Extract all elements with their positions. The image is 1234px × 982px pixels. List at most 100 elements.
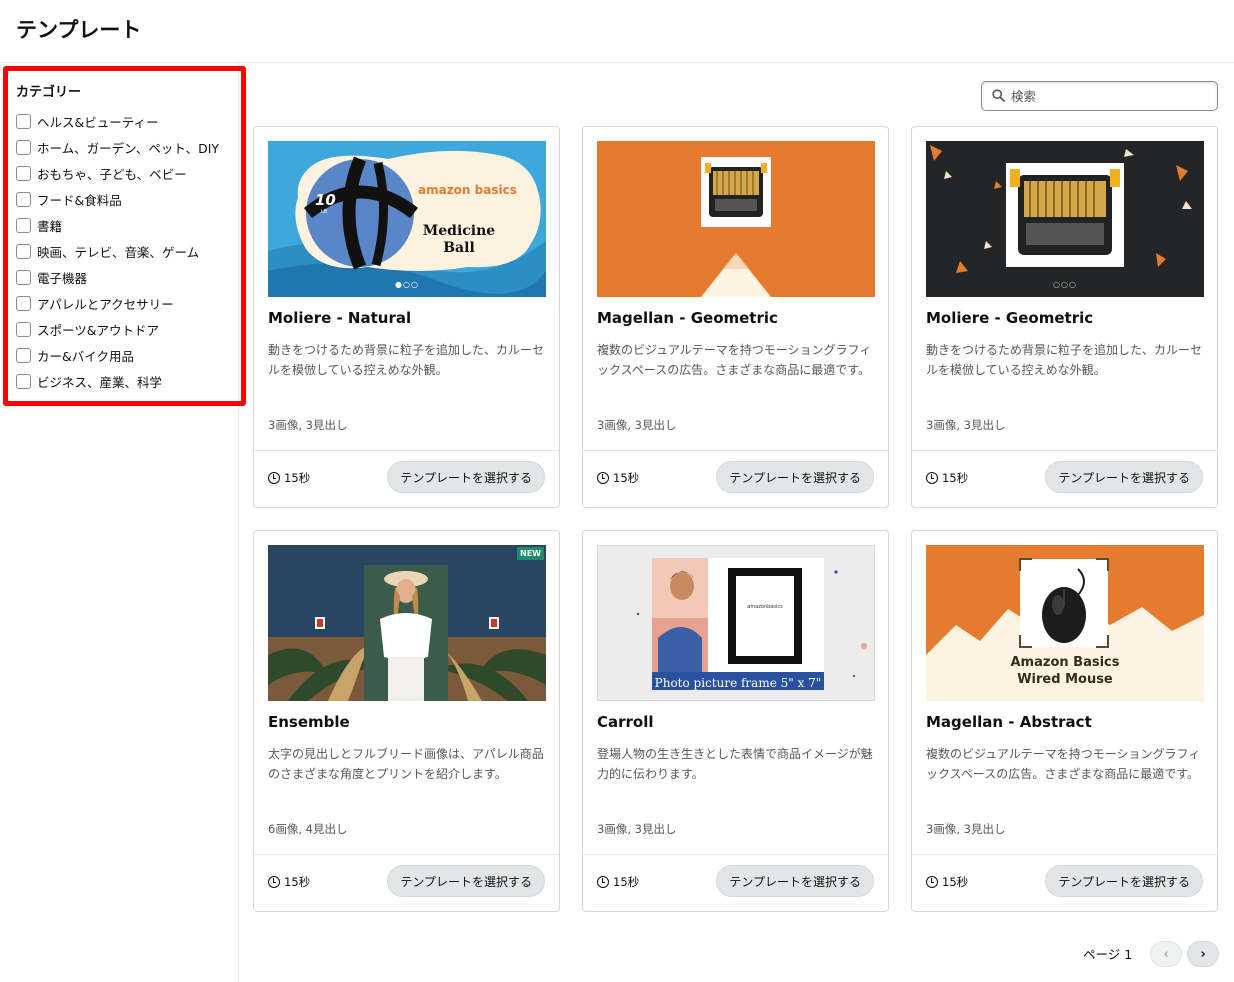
- select-template-button[interactable]: テンプレートを選択する: [1045, 461, 1203, 493]
- duration: 15秒: [268, 874, 310, 890]
- category-item-electronics[interactable]: 電子機器: [16, 264, 233, 290]
- checkbox[interactable]: [16, 243, 31, 259]
- search-box[interactable]: [981, 81, 1218, 111]
- card-title: Ensemble: [268, 713, 350, 731]
- template-card-magellan-geometric: Magellan - Geometric 複数のビジュアルテーマを持つモーション…: [582, 126, 889, 508]
- category-label: フード&食料品: [37, 192, 122, 208]
- carousel-dots: ●○○: [395, 280, 419, 289]
- template-thumbnail[interactable]: NEW: [268, 545, 546, 701]
- category-item-home-garden[interactable]: ホーム、ガーデン、ペット、DIY: [16, 134, 233, 160]
- duration-value: 15秒: [284, 471, 311, 485]
- card-meta: 3画像, 3見出し: [268, 418, 348, 432]
- template-card-moliere-natural: 10 LB amazon basics Medicine Ball ●○○ Mo…: [253, 126, 560, 508]
- card-description: 太字の見出しとフルブリード画像は、アパレル商品のさまざまな角度とプリントを紹介し…: [268, 747, 544, 781]
- card-meta: 6画像, 4見出し: [268, 822, 348, 836]
- template-card-carroll: amazonbasics Photo picture frame 5" x 7"…: [582, 530, 889, 912]
- chevron-left-icon: ‹: [1163, 946, 1169, 962]
- chevron-right-icon: ›: [1200, 946, 1206, 962]
- new-badge: NEW: [517, 547, 544, 560]
- card-divider: [583, 450, 888, 451]
- duration-value: 15秒: [284, 875, 311, 889]
- category-item-apparel[interactable]: アパレルとアクセサリー: [16, 290, 233, 316]
- duration: 15秒: [926, 470, 968, 486]
- clock-icon: [926, 472, 938, 484]
- template-card-moliere-geometric: ○○○ Moliere - Geometric 動きをつけるため背景に粒子を追加…: [911, 126, 1218, 508]
- previous-page-button[interactable]: ‹: [1150, 941, 1182, 967]
- category-label: おもちゃ、子ども、ベビー: [37, 166, 187, 182]
- search-input[interactable]: [1011, 88, 1201, 104]
- card-divider: [583, 854, 888, 855]
- ball-number: 10: [315, 191, 336, 209]
- clock-icon: [597, 876, 609, 888]
- duration: 15秒: [926, 874, 968, 890]
- checkbox[interactable]: [16, 295, 31, 311]
- category-item-health-beauty[interactable]: ヘルス&ビューティー: [16, 108, 233, 134]
- card-title: Moliere - Geometric: [926, 309, 1094, 327]
- ball-unit: LB: [321, 209, 328, 215]
- category-label: 電子機器: [37, 270, 88, 286]
- clock-icon: [268, 472, 280, 484]
- category-label: 書籍: [37, 218, 63, 234]
- category-item-toys-baby[interactable]: おもちゃ、子ども、ベビー: [16, 160, 233, 186]
- card-meta: 3画像, 3見出し: [926, 418, 1006, 432]
- select-template-button[interactable]: テンプレートを選択する: [387, 865, 545, 897]
- search-icon: [992, 87, 1005, 106]
- duration-value: 15秒: [942, 875, 969, 889]
- card-divider: [912, 450, 1217, 451]
- select-template-button[interactable]: テンプレートを選択する: [387, 461, 545, 493]
- thumb-caption: Photo picture frame 5" x 7": [654, 676, 822, 690]
- checkbox[interactable]: [16, 347, 31, 363]
- duration-value: 15秒: [613, 875, 640, 889]
- card-title: Moliere - Natural: [268, 309, 412, 327]
- checkbox[interactable]: [16, 113, 31, 129]
- category-item-food[interactable]: フード&食料品: [16, 186, 233, 212]
- category-label: アパレルとアクセサリー: [37, 296, 174, 312]
- category-label: スポーツ&アウトドア: [37, 322, 159, 338]
- checkbox[interactable]: [16, 269, 31, 285]
- carousel-dots: ○○○: [1053, 280, 1077, 289]
- card-meta: 3画像, 3見出し: [926, 822, 1006, 836]
- category-item-media-games[interactable]: 映画、テレビ、音楽、ゲーム: [16, 238, 233, 264]
- card-title: Magellan - Geometric: [597, 309, 778, 327]
- template-thumbnail[interactable]: Amazon Basics Wired Mouse: [926, 545, 1204, 701]
- template-card-ensemble: NEW Ensemble 太字の見出しとフルブリード画像は、アパレル商品のさまざ…: [253, 530, 560, 912]
- card-description: 複数のビジュアルテーマを持つモーショングラフィックスペースの広告。さまざまな商品…: [597, 343, 872, 377]
- template-thumbnail[interactable]: 10 LB amazon basics Medicine Ball ●○○: [268, 141, 546, 297]
- checkbox[interactable]: [16, 191, 31, 207]
- template-thumbnail[interactable]: ○○○: [926, 141, 1204, 297]
- category-title: カテゴリー: [16, 85, 82, 100]
- clock-icon: [926, 876, 938, 888]
- duration: 15秒: [597, 874, 639, 890]
- checkbox[interactable]: [16, 321, 31, 337]
- checkbox[interactable]: [16, 139, 31, 155]
- template-thumbnail[interactable]: amazonbasics Photo picture frame 5" x 7": [597, 545, 875, 701]
- thumb-product-line-2: Ball: [443, 240, 475, 256]
- card-divider: [254, 854, 559, 855]
- card-divider: [254, 450, 559, 451]
- template-card-magellan-abstract: Amazon Basics Wired Mouse Magellan - Abs…: [911, 530, 1218, 912]
- card-description: 動きをつけるため背景に粒子を追加した、カルーセルを模倣している控えめな外観。: [926, 343, 1203, 377]
- card-meta: 3画像, 3見出し: [597, 822, 677, 836]
- svg-text:amazonbasics: amazonbasics: [747, 604, 783, 610]
- category-item-sports[interactable]: スポーツ&アウトドア: [16, 316, 233, 342]
- checkbox[interactable]: [16, 165, 31, 181]
- select-template-button[interactable]: テンプレートを選択する: [716, 865, 874, 897]
- select-template-button[interactable]: テンプレートを選択する: [716, 461, 874, 493]
- thumb-brand: amazon basics: [418, 183, 517, 197]
- checkbox[interactable]: [16, 373, 31, 389]
- template-thumbnail[interactable]: [597, 141, 875, 297]
- card-title: Magellan - Abstract: [926, 713, 1092, 731]
- card-description: 動きをつけるため背景に粒子を追加した、カルーセルを模倣している控えめな外観。: [268, 343, 545, 377]
- category-item-car-bike[interactable]: カー&バイク用品: [16, 342, 233, 368]
- duration-value: 15秒: [942, 471, 969, 485]
- duration-value: 15秒: [613, 471, 640, 485]
- category-item-business[interactable]: ビジネス、産業、科学: [16, 368, 233, 394]
- checkbox[interactable]: [16, 217, 31, 233]
- select-template-button[interactable]: テンプレートを選択する: [1045, 865, 1203, 897]
- next-page-button[interactable]: ›: [1187, 941, 1219, 967]
- thumb-product-line-1: Medicine: [422, 223, 496, 239]
- thumb-line-2: Wired Mouse: [1017, 672, 1113, 687]
- category-item-books[interactable]: 書籍: [16, 212, 233, 238]
- card-description: 複数のビジュアルテーマを持つモーショングラフィックスペースの広告。さまざまな商品…: [926, 747, 1201, 781]
- duration: 15秒: [268, 470, 310, 486]
